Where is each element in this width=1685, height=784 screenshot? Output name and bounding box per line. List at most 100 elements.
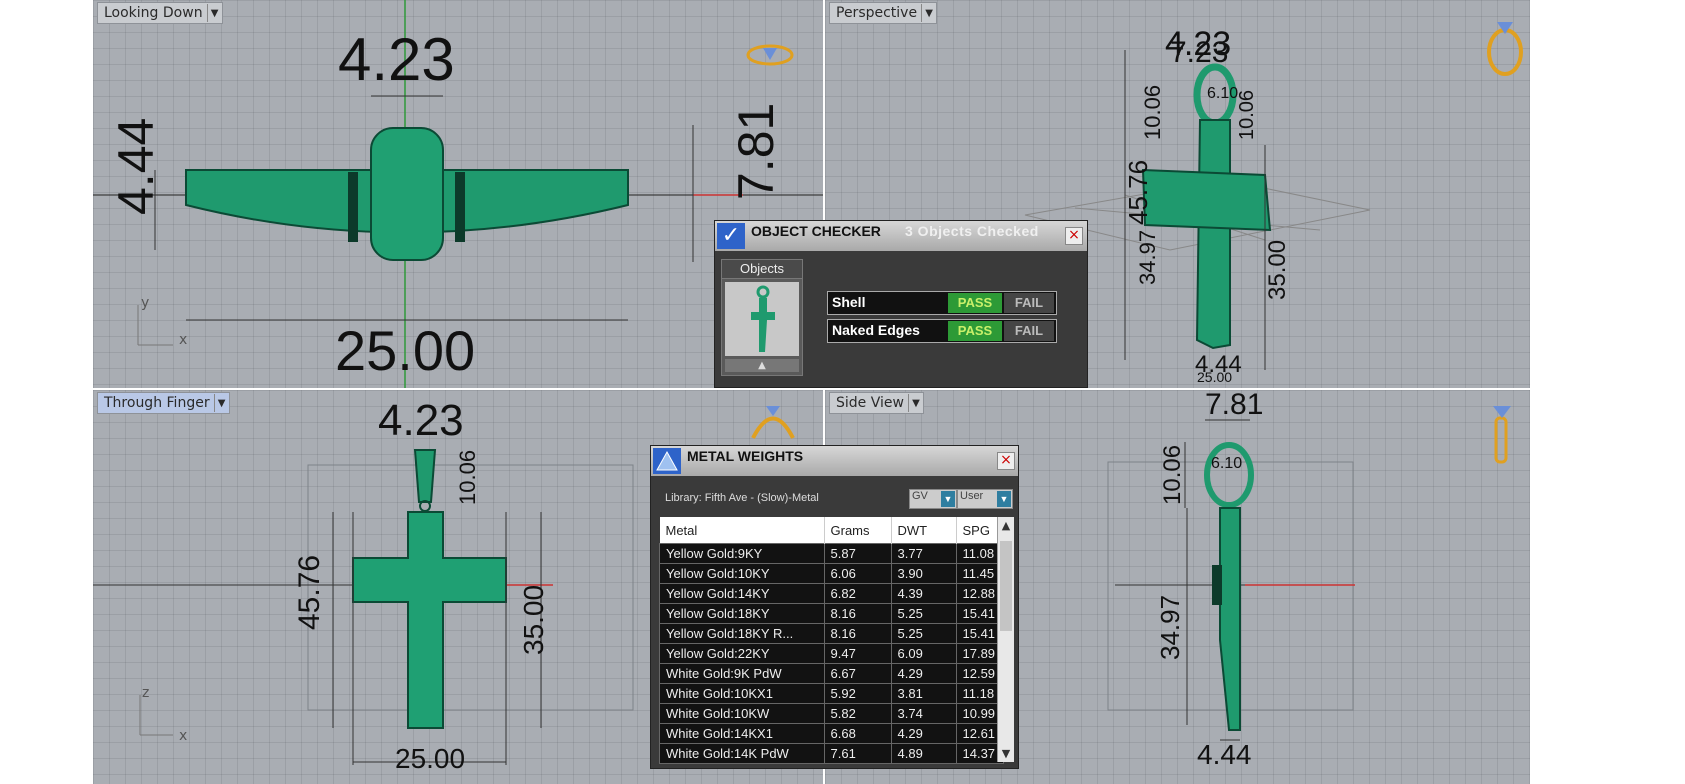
object-thumbnail[interactable] [725, 282, 799, 356]
close-icon[interactable]: × [997, 452, 1015, 470]
check-name: Shell [832, 294, 866, 310]
check-name: Naked Edges [832, 322, 920, 338]
gravity-select[interactable]: GV ▼ [909, 489, 957, 509]
table-row[interactable]: White Gold:10KW 5.82 3.74 10.99 [659, 703, 1004, 724]
dwt-cell: 5.25 [890, 623, 957, 644]
scroll-up-button[interactable]: ▲ [725, 359, 799, 372]
close-icon[interactable]: × [1065, 227, 1083, 245]
axis-x-label: x [179, 728, 187, 744]
metal-weights-icon [653, 448, 681, 474]
dim-bottom-width: 4.44 [1197, 739, 1252, 770]
metal-cell: Yellow Gold:10KY [659, 563, 825, 584]
dim-c: 10.06 [1140, 85, 1165, 140]
chevron-down-icon[interactable]: ▼ [998, 747, 1014, 760]
spg-cell: 12.61 [955, 723, 1004, 744]
metal-cell: Yellow Gold:14KY [659, 583, 825, 604]
object-checker-panel[interactable]: ✓ OBJECT CHECKER 3 Objects Checked × Obj… [714, 220, 1088, 388]
viewport-label-looking-down[interactable]: Looking Down ▼ [97, 2, 223, 24]
table-row[interactable]: White Gold:10KX1 5.92 3.81 11.18 [659, 683, 1004, 704]
table-row[interactable]: Yellow Gold:14KY 6.82 4.39 12.88 [659, 583, 1004, 604]
table-row[interactable]: Yellow Gold:10KY 6.06 3.90 11.45 [659, 563, 1004, 584]
chevron-down-icon[interactable]: ▼ [997, 491, 1011, 507]
axis-x-label: x [179, 332, 187, 348]
select-value: User [960, 490, 984, 502]
dim-j: 25.00 [1197, 369, 1232, 385]
check-row-naked-edges: Naked Edges PASS FAIL [827, 319, 1057, 343]
axis-y-label: y [141, 295, 149, 311]
table-row[interactable]: White Gold:9K PdW 6.67 4.29 12.59 [659, 663, 1004, 684]
viewport-label-text: Side View [836, 395, 904, 411]
table-scrollbar[interactable]: ▲ ▼ [997, 517, 1014, 762]
dim-bottom-width: 25.00 [395, 743, 465, 774]
metal-cell: Yellow Gold:9KY [659, 543, 825, 564]
metal-cell: White Gold:10KX1 [659, 683, 825, 704]
column-header-grams[interactable]: Grams [824, 517, 892, 544]
chevron-down-icon[interactable]: ▼ [941, 491, 955, 507]
column-header-metal[interactable]: Metal [659, 517, 825, 544]
column-header-dwt[interactable]: DWT [891, 517, 957, 544]
dim-body-height: 34.97 [1155, 595, 1185, 660]
grams-cell: 7.61 [823, 743, 892, 764]
metal-cell: White Gold:14K PdW [659, 743, 825, 764]
metal-weights-panel[interactable]: METAL WEIGHTS × Library: Fifth Ave - (Sl… [650, 445, 1019, 769]
ring-top-icon [746, 44, 794, 66]
table-row[interactable]: White Gold:14K PdW 7.61 4.89 14.37 [659, 743, 1004, 764]
spg-cell: 12.88 [955, 583, 1004, 604]
dim-top-width: 4.23 [338, 26, 455, 93]
dim-e: 10.06 [1236, 90, 1258, 140]
user-select[interactable]: User ▼ [957, 489, 1013, 509]
spg-cell: 14.37 [955, 743, 1004, 764]
chevron-down-icon[interactable]: ▼ [213, 394, 229, 412]
column-header-spg[interactable]: SPG [956, 517, 1004, 544]
dim-b: 7.23 [1170, 36, 1228, 69]
spg-cell: 11.08 [955, 543, 1004, 564]
viewport-label-perspective[interactable]: Perspective ▼ [829, 2, 938, 24]
dim-f: 45.76 [1123, 160, 1153, 225]
grams-cell: 8.16 [823, 623, 892, 644]
dwt-cell: 3.74 [890, 703, 957, 724]
dwt-cell: 6.09 [890, 643, 957, 664]
spg-cell: 11.18 [955, 683, 1004, 704]
chevron-up-icon[interactable]: ▲ [998, 519, 1014, 532]
spg-cell: 17.89 [955, 643, 1004, 664]
dim-bottom-width: 25.00 [335, 319, 475, 382]
object-checker-titlebar[interactable]: ✓ OBJECT CHECKER 3 Objects Checked × [715, 221, 1087, 251]
dwt-cell: 3.77 [890, 543, 957, 564]
dwt-cell: 3.81 [890, 683, 957, 704]
dim-left-height: 4.44 [108, 118, 164, 215]
grams-cell: 6.67 [823, 663, 892, 684]
check-row-shell: Shell PASS FAIL [827, 291, 1057, 315]
chevron-down-icon[interactable]: ▼ [907, 394, 923, 412]
viewport-label-text: Looking Down [104, 5, 203, 21]
table-row[interactable]: Yellow Gold:9KY 5.87 3.77 11.08 [659, 543, 1004, 564]
dim-body-height: 35.00 [518, 585, 549, 655]
dim-h: 35.00 [1264, 240, 1291, 300]
metal-cell: Yellow Gold:18KY [659, 603, 825, 624]
chevron-down-icon[interactable]: ▼ [921, 4, 936, 22]
metal-cell: White Gold:14KX1 [659, 723, 825, 744]
spg-cell: 15.41 [955, 623, 1004, 644]
dwt-cell: 4.39 [890, 583, 957, 604]
objects-box: Objects ▲ [721, 259, 803, 376]
scrollbar-thumb[interactable] [1000, 541, 1012, 631]
fail-indicator: FAIL [1004, 321, 1054, 341]
table-row[interactable]: Yellow Gold:18KY 8.16 5.25 15.41 [659, 603, 1004, 624]
library-label: Library: Fifth Ave - (Slow)-Metal [665, 492, 819, 504]
ring-finger-icon [751, 406, 795, 439]
dim-inner: 6.10 [1211, 455, 1242, 472]
chevron-down-icon[interactable]: ▼ [206, 4, 222, 22]
dwt-cell: 3.90 [890, 563, 957, 584]
spg-cell: 11.45 [955, 563, 1004, 584]
dim-top-width: 7.81 [1205, 390, 1263, 421]
pass-indicator: PASS [948, 293, 1002, 313]
viewport-label-side-view[interactable]: Side View ▼ [829, 392, 924, 414]
viewport-label-through-finger[interactable]: Through Finger ▼ [97, 392, 230, 414]
metal-cell: Yellow Gold:18KY R... [659, 623, 825, 644]
table-row[interactable]: White Gold:14KX1 6.68 4.29 12.61 [659, 723, 1004, 744]
dim-bail-height: 10.06 [455, 450, 480, 505]
metal-weights-titlebar[interactable]: METAL WEIGHTS × [651, 446, 1018, 476]
fail-indicator: FAIL [1004, 293, 1054, 313]
table-row[interactable]: Yellow Gold:18KY R... 8.16 5.25 15.41 [659, 623, 1004, 644]
objects-checked-count: 3 Objects Checked [905, 223, 1039, 239]
table-row[interactable]: Yellow Gold:22KY 9.47 6.09 17.89 [659, 643, 1004, 664]
